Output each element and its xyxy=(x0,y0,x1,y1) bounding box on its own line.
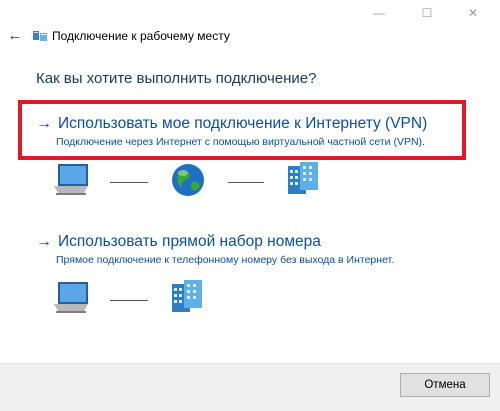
network-icon xyxy=(32,29,48,48)
page-heading: Как вы хотите выполнить подключение? xyxy=(36,70,317,87)
option-vpn-title-row[interactable]: → Использовать мое подключение к Интерне… xyxy=(36,115,456,133)
connection-line xyxy=(110,182,148,183)
cancel-button[interactable]: Отмена xyxy=(400,373,490,397)
connection-line xyxy=(228,182,264,183)
maximize-icon: ☐ xyxy=(421,6,433,20)
back-button[interactable]: ← xyxy=(6,26,24,44)
server-icon xyxy=(170,278,204,319)
minimize-icon: — xyxy=(373,6,385,20)
computer-icon xyxy=(50,278,92,321)
connection-line xyxy=(110,300,148,301)
option-dialup-title[interactable]: Использовать прямой набор номера xyxy=(58,233,321,251)
option-vpn[interactable]: → Использовать мое подключение к Интерне… xyxy=(36,115,456,148)
globe-icon xyxy=(170,162,206,203)
window-title: Подключение к рабочему месту xyxy=(52,29,230,43)
option-dialup-description: Прямое подключение к телефонному номеру … xyxy=(56,254,395,266)
close-button[interactable]: ✕ xyxy=(450,0,496,26)
navigation-bar: ← Подключение к рабочему месту xyxy=(0,24,500,48)
maximize-button[interactable]: ☐ xyxy=(404,0,450,26)
option-dialup-title-row[interactable]: → Использовать прямой набор номера xyxy=(36,233,456,251)
title-bar: — ☐ ✕ xyxy=(0,0,500,26)
back-arrow-icon: ← xyxy=(7,26,23,44)
minimize-button[interactable]: — xyxy=(356,0,402,26)
arrow-right-icon: → xyxy=(36,115,52,132)
close-icon: ✕ xyxy=(467,6,479,20)
option-vpn-description: Подключение через Интернет с помощью вир… xyxy=(56,136,425,148)
option-vpn-title[interactable]: Использовать мое подключение к Интернету… xyxy=(58,115,427,133)
computer-icon xyxy=(50,160,92,203)
arrow-right-icon: → xyxy=(36,233,52,250)
server-icon xyxy=(286,160,320,201)
option-dialup[interactable]: → Использовать прямой набор номера Прямо… xyxy=(36,233,456,266)
